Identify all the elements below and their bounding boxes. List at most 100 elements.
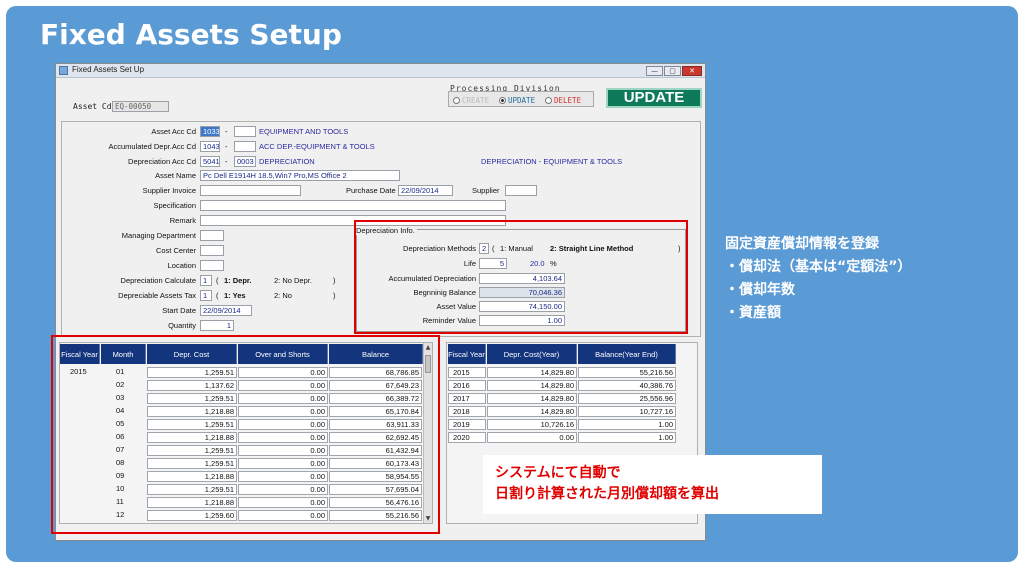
processing-division-group: CREATE UPDATE DELETE bbox=[448, 91, 594, 107]
minimize-button[interactable]: — bbox=[646, 66, 663, 76]
slide-title: Fixed Assets Setup bbox=[40, 18, 342, 51]
year-depr-cost-cell[interactable]: 14,829.80 bbox=[487, 393, 577, 404]
acc-depr-dash: - bbox=[225, 142, 228, 151]
purchase-date-field[interactable]: 22/09/2014 bbox=[398, 185, 453, 196]
year-cell[interactable]: 2019 bbox=[448, 419, 486, 430]
depr-tax-opt2: 2: No bbox=[274, 291, 292, 300]
start-date-field[interactable]: 22/09/2014 bbox=[200, 305, 252, 316]
quantity-label: Quantity bbox=[168, 321, 196, 330]
supplier-field[interactable] bbox=[505, 185, 537, 196]
cost-center-label: Cost Center bbox=[155, 246, 196, 255]
depr-calc-open: ( bbox=[216, 276, 219, 285]
yearly-header-cell: Balance(Year End) bbox=[578, 344, 676, 364]
depr-tax-open: ( bbox=[216, 291, 219, 300]
radio-update-dot bbox=[499, 97, 506, 104]
year-depr-cost-cell[interactable]: 0.00 bbox=[487, 432, 577, 443]
radio-create-dot bbox=[453, 97, 460, 104]
yearly-header-cell: Depr. Cost(Year) bbox=[487, 344, 577, 364]
radio-delete-dot bbox=[545, 97, 552, 104]
year-end-balance-cell[interactable]: 25,556.96 bbox=[578, 393, 676, 404]
year-end-balance-cell[interactable]: 1.00 bbox=[578, 419, 676, 430]
year-cell[interactable]: 2020 bbox=[448, 432, 486, 443]
yearly-header-cell: Fiscal Year bbox=[448, 344, 486, 364]
slide-note-line: ・資産額 bbox=[725, 305, 781, 321]
year-depr-cost-cell[interactable]: 14,829.80 bbox=[487, 380, 577, 391]
depr-acc-cd-field[interactable]: 5041 bbox=[200, 156, 220, 167]
year-end-balance-cell[interactable]: 55,216.56 bbox=[578, 367, 676, 378]
year-end-balance-cell[interactable]: 10,727.16 bbox=[578, 406, 676, 417]
highlight-monthly-box bbox=[51, 335, 440, 534]
window-title: Fixed Assets Set Up bbox=[72, 65, 145, 74]
cost-center-field[interactable] bbox=[200, 245, 224, 256]
slide-note-line: 固定資産償却情報を登録 bbox=[725, 236, 879, 252]
depr-tax-field[interactable]: 1 bbox=[200, 290, 212, 301]
asset-cd-label: Asset Cd bbox=[73, 102, 112, 111]
asset-name-label: Asset Name bbox=[155, 171, 196, 180]
asset-name-field[interactable]: Pc Dell E1914H 18.5,Win7 Pro,MS Office 2 bbox=[200, 170, 400, 181]
asset-acc-cd-field[interactable]: 1033 bbox=[200, 126, 220, 137]
year-cell[interactable]: 2016 bbox=[448, 380, 486, 391]
slide-callout: システムにて自動で 日割り計算された月別償却額を算出 bbox=[483, 455, 822, 514]
radio-create-label: CREATE bbox=[462, 96, 490, 105]
close-button[interactable]: ✕ bbox=[682, 66, 702, 76]
year-depr-cost-cell[interactable]: 14,829.80 bbox=[487, 406, 577, 417]
depr-acc-name: DEPRECIATION bbox=[259, 157, 315, 166]
depr-calc-opt1: 1: Depr. bbox=[224, 276, 252, 285]
window-titlebar: Fixed Assets Set Up — ▢ ✕ bbox=[56, 64, 705, 78]
depr-calc-field[interactable]: 1 bbox=[200, 275, 212, 286]
depr-calc-close: ) bbox=[333, 276, 336, 285]
managing-dept-label: Managing Department bbox=[121, 231, 196, 240]
asset-acc-cd-label: Asset Acc Cd bbox=[151, 127, 196, 136]
depr-acc-desc: DEPRECIATION - EQUIPMENT & TOOLS bbox=[481, 157, 623, 166]
quantity-field[interactable]: 1 bbox=[200, 320, 234, 331]
location-field[interactable] bbox=[200, 260, 224, 271]
asset-acc-name: EQUIPMENT AND TOOLS bbox=[259, 127, 349, 136]
acc-depr-sub-field[interactable] bbox=[234, 141, 256, 152]
specification-label: Specification bbox=[153, 201, 196, 210]
slide-note: 固定資産償却情報を登録 ・償却法（基本は“定額法”） ・償却年数 ・資産額 bbox=[725, 233, 911, 325]
depr-tax-label: Depreciable Assets Tax bbox=[118, 291, 196, 300]
year-cell[interactable]: 2015 bbox=[448, 367, 486, 378]
radio-delete-label: DELETE bbox=[554, 96, 582, 105]
app-icon bbox=[59, 66, 68, 75]
year-cell[interactable]: 2018 bbox=[448, 406, 486, 417]
supplier-label: Supplier bbox=[472, 186, 500, 195]
asset-acc-sub-field[interactable] bbox=[234, 126, 256, 137]
depr-tax-close: ) bbox=[333, 291, 336, 300]
location-label: Location bbox=[167, 261, 196, 270]
radio-create[interactable]: CREATE bbox=[453, 96, 489, 105]
depr-calc-label: Depreciation Calculate bbox=[120, 276, 196, 285]
slide-callout-line: 日割り計算された月別償却額を算出 bbox=[495, 486, 719, 502]
slide-note-line: ・償却年数 bbox=[725, 282, 795, 298]
radio-update-label: UPDATE bbox=[508, 96, 536, 105]
maximize-button[interactable]: ▢ bbox=[664, 66, 681, 76]
depr-acc-sub-field[interactable]: 0003 bbox=[234, 156, 256, 167]
year-depr-cost-cell[interactable]: 14,829.80 bbox=[487, 367, 577, 378]
radio-delete[interactable]: DELETE bbox=[545, 96, 581, 105]
remark-label: Remark bbox=[169, 216, 196, 225]
radio-update[interactable]: UPDATE bbox=[499, 96, 535, 105]
supplier-invoice-field[interactable] bbox=[200, 185, 301, 196]
managing-dept-field[interactable] bbox=[200, 230, 224, 241]
slide-note-line: ・償却法（基本は“定額法”） bbox=[725, 259, 912, 275]
depr-calc-opt2: 2: No Depr. bbox=[274, 276, 312, 285]
highlight-depreciation-box bbox=[354, 220, 688, 334]
depr-tax-opt1: 1: Yes bbox=[224, 291, 246, 300]
specification-field[interactable] bbox=[200, 200, 506, 211]
purchase-date-label: Purchase Date bbox=[346, 186, 396, 195]
asset-cd-field[interactable]: EQ-00050 bbox=[112, 101, 169, 112]
year-depr-cost-cell[interactable]: 10,726.16 bbox=[487, 419, 577, 430]
asset-acc-dash: - bbox=[225, 127, 228, 136]
supplier-invoice-label: Supplier Invoice bbox=[142, 186, 196, 195]
acc-depr-name: ACC DEP.-EQUIPMENT & TOOLS bbox=[259, 142, 375, 151]
depr-acc-label: Depreciation Acc Cd bbox=[128, 157, 196, 166]
year-end-balance-cell[interactable]: 40,386.76 bbox=[578, 380, 676, 391]
slide-callout-line: システムにて自動で bbox=[495, 465, 621, 481]
acc-depr-label: Accumulated Depr.Acc Cd bbox=[108, 142, 196, 151]
year-end-balance-cell[interactable]: 1.00 bbox=[578, 432, 676, 443]
year-cell[interactable]: 2017 bbox=[448, 393, 486, 404]
acc-depr-cd-field[interactable]: 1043 bbox=[200, 141, 220, 152]
depr-acc-dash: - bbox=[225, 157, 228, 166]
start-date-label: Start Date bbox=[162, 306, 196, 315]
update-button[interactable]: UPDATE bbox=[606, 88, 702, 108]
